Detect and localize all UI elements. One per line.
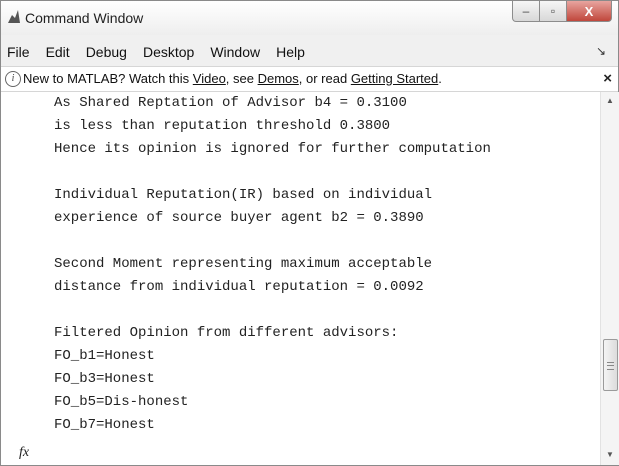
menu-edit[interactable]: Edit	[38, 38, 78, 66]
console-line: FO_b7=Honest	[54, 417, 155, 433]
console-line: Second Moment representing maximum accep…	[54, 256, 433, 272]
close-button[interactable]: X	[567, 1, 612, 22]
info-icon: i	[5, 71, 21, 87]
title-bar[interactable]: Command Window – ▫ X	[1, 1, 618, 35]
console-line: experience of source buyer agent b2 = 0.…	[54, 210, 424, 226]
function-browser-icon[interactable]: fx	[19, 445, 29, 461]
command-window: Command Window – ▫ X File Edit Debug Des…	[0, 0, 619, 466]
minimize-button[interactable]: –	[512, 1, 540, 22]
scroll-up-arrow-icon[interactable]: ▲	[606, 96, 614, 105]
console-line: Individual Reputation(IR) based on indiv…	[54, 187, 433, 203]
menu-desktop[interactable]: Desktop	[135, 38, 202, 66]
console-line: FO_b1=Honest	[54, 348, 155, 364]
console-line: Filtered Opinion from different advisors…	[54, 325, 399, 341]
menu-debug[interactable]: Debug	[78, 38, 135, 66]
video-link[interactable]: Video	[193, 71, 226, 86]
grip-icon	[607, 362, 614, 370]
info-sep-2: , or read	[298, 71, 351, 86]
info-message: New to MATLAB? Watch this Video, see Dem…	[23, 67, 442, 91]
console-line: Hence its opinion is ignored for further…	[54, 141, 491, 157]
console-line: distance from individual reputation = 0.…	[54, 279, 424, 295]
menu-file[interactable]: File	[1, 38, 38, 66]
console-output[interactable]: As Shared Reptation of Advisor b4 = 0.31…	[1, 92, 600, 465]
info-bar: i New to MATLAB? Watch this Video, see D…	[1, 67, 618, 92]
undock-arrow-icon[interactable]: ↘	[596, 44, 606, 58]
console-line: FO_b5=Dis-honest	[54, 394, 189, 410]
info-prefix: New to MATLAB? Watch this	[23, 71, 193, 86]
info-suffix: .	[438, 71, 442, 86]
console-line: As Shared Reptation of Advisor b4 = 0.31…	[54, 95, 407, 111]
scroll-down-arrow-icon[interactable]: ▼	[606, 450, 614, 459]
maximize-button[interactable]: ▫	[540, 1, 567, 22]
console-line: FO_b3=Honest	[54, 371, 155, 387]
info-sep-1: , see	[225, 71, 258, 86]
matlab-logo-icon	[8, 10, 20, 23]
window-title: Command Window	[25, 10, 144, 26]
vertical-scrollbar[interactable]: ▲ ▼	[600, 92, 619, 465]
info-close-button[interactable]: ×	[603, 67, 612, 91]
scroll-thumb[interactable]	[603, 339, 618, 391]
demos-link[interactable]: Demos	[258, 71, 299, 86]
menu-bar: File Edit Debug Desktop Window Help ↘	[1, 38, 618, 67]
menu-window[interactable]: Window	[202, 38, 268, 66]
menu-help[interactable]: Help	[268, 38, 313, 66]
console-line: is less than reputation threshold 0.3800	[54, 118, 391, 134]
getting-started-link[interactable]: Getting Started	[351, 71, 438, 86]
